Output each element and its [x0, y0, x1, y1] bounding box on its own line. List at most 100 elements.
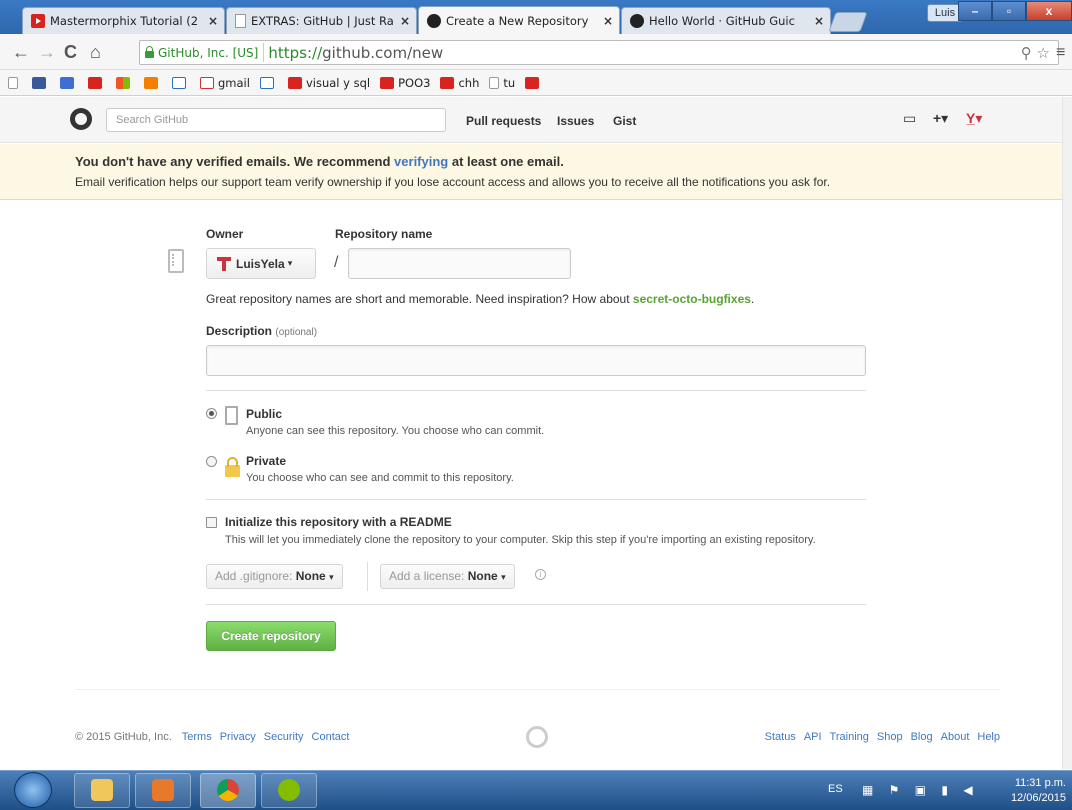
divider: [206, 604, 866, 605]
address-bar[interactable]: GitHub, Inc. [US] https://github.com/new…: [139, 40, 1059, 65]
bookmark-label: gmail: [218, 75, 250, 90]
bookmark-poo3[interactable]: POO3: [380, 76, 430, 90]
browser-menu-icon[interactable]: ≡: [1056, 44, 1065, 62]
tab-extras-github[interactable]: EXTRAS: GitHub | Just Ran ×: [226, 7, 417, 34]
zoom-star-icons[interactable]: ⚲ ☆: [1021, 44, 1050, 62]
public-label[interactable]: Public: [246, 407, 282, 421]
footer-link-status[interactable]: Status: [765, 731, 796, 743]
bookmark-gplus[interactable]: [60, 76, 78, 89]
bookmark-tu[interactable]: tu: [489, 76, 515, 90]
copyright: © 2015 GitHub, Inc.: [75, 731, 172, 743]
footer-left: © 2015 GitHub, Inc. Terms Privacy Securi…: [75, 731, 349, 743]
footer-link-security[interactable]: Security: [264, 731, 304, 743]
bookmark-youtube-2[interactable]: [525, 76, 543, 89]
chrome-icon: [217, 779, 239, 801]
tab-create-repository[interactable]: Create a New Repository ×: [418, 6, 620, 34]
language-indicator[interactable]: ES: [828, 783, 843, 795]
nav-issues[interactable]: Issues: [557, 114, 594, 128]
ev-certificate-label[interactable]: GitHub, Inc. [US]: [140, 43, 265, 62]
gitignore-select[interactable]: Add .gitignore: None ▾: [206, 564, 343, 589]
url-host: github.com: [322, 43, 408, 62]
reload-icon[interactable]: C: [64, 42, 77, 62]
footer-link-help[interactable]: Help: [977, 731, 1000, 743]
private-radio[interactable]: [206, 456, 217, 467]
hint-period: .: [750, 292, 755, 306]
footer-link-shop[interactable]: Shop: [877, 731, 903, 743]
create-repository-button[interactable]: Create repository: [206, 621, 336, 651]
description-label-text: Description: [206, 324, 273, 338]
readme-checkbox[interactable]: [206, 517, 217, 528]
name-suggestion-link[interactable]: secret-octo-bugfixes: [633, 292, 751, 306]
select-separator: [367, 562, 368, 591]
hint-text: Great repository names are short and mem…: [206, 292, 633, 306]
description-input[interactable]: [206, 345, 866, 376]
verifying-link[interactable]: verifying: [394, 154, 448, 169]
search-input[interactable]: Search GitHub: [106, 108, 446, 132]
google-plus-icon: [60, 76, 74, 89]
document-icon: [489, 76, 500, 89]
footer-link-about[interactable]: About: [941, 731, 970, 743]
new-tab-button[interactable]: [828, 12, 868, 32]
tab-title: Hello World · GitHub Guic: [649, 14, 795, 28]
clock-date: 12/06/2015: [1010, 792, 1066, 804]
footer-link-contact[interactable]: Contact: [312, 731, 350, 743]
notifications-icon[interactable]: ▭: [903, 110, 916, 127]
bookmark-blogger[interactable]: [144, 76, 162, 89]
bookmark-label: POO3: [398, 75, 431, 90]
github-footer-logo-icon[interactable]: [526, 726, 548, 748]
readme-label[interactable]: Initialize this repository with a README: [225, 515, 452, 529]
license-select[interactable]: Add a license: None ▾: [380, 564, 515, 589]
private-label[interactable]: Private: [246, 454, 286, 468]
close-tab-icon[interactable]: ×: [208, 14, 218, 28]
create-new-icon[interactable]: +▾: [933, 110, 948, 127]
bookmark-youtube[interactable]: [88, 76, 106, 89]
nav-pull-requests[interactable]: Pull requests: [466, 114, 541, 128]
footer-link-training[interactable]: Training: [830, 731, 869, 743]
bookmark-icon-apps[interactable]: [8, 76, 22, 89]
owner-select-button[interactable]: LuisYela ▾: [206, 248, 316, 279]
footer-link-api[interactable]: API: [804, 731, 822, 743]
forward-icon[interactable]: →: [38, 42, 56, 62]
tab-title: Mastermorphix Tutorial (2: [50, 14, 199, 28]
close-window-icon[interactable]: x: [1026, 1, 1072, 21]
bookmark-star[interactable]: [172, 76, 190, 89]
footer-divider: [75, 689, 1000, 690]
footer-link-blog[interactable]: Blog: [911, 731, 933, 743]
close-tab-icon[interactable]: ×: [400, 14, 410, 28]
github-logo-icon[interactable]: [70, 108, 92, 130]
footer-link-privacy[interactable]: Privacy: [220, 731, 256, 743]
maximize-icon[interactable]: ▫: [992, 1, 1026, 21]
lock-icon: [225, 457, 240, 477]
bookmark-gmail[interactable]: gmail: [200, 76, 250, 90]
flash-text-a: You don't have any verified emails. We r…: [75, 154, 395, 169]
tab-mastermorphix[interactable]: Mastermorphix Tutorial (2 ×: [22, 7, 225, 34]
document-icon: [235, 14, 246, 28]
tray-icons[interactable]: ▦ ⚑ ▣ ▮ ◀: [862, 783, 979, 797]
taskbar-clock[interactable]: 11:31 p.m. 12/06/2015: [1008, 776, 1066, 806]
repository-name-input[interactable]: [348, 248, 571, 279]
bookmark-visual-sql[interactable]: visual y sql: [287, 76, 370, 90]
lock-icon: [145, 46, 154, 58]
optional-label: (optional): [275, 327, 318, 338]
bookmark-microsoft[interactable]: [116, 76, 134, 89]
repository-name-hint: Great repository names are short and mem…: [206, 292, 754, 306]
close-tab-icon[interactable]: ×: [603, 14, 613, 28]
start-button-icon[interactable]: [14, 772, 52, 808]
youtube-icon: [287, 76, 302, 89]
home-icon[interactable]: ⌂: [90, 42, 101, 62]
footer-link-terms[interactable]: Terms: [182, 731, 212, 743]
public-radio[interactable]: [206, 408, 217, 419]
page-scrollbar[interactable]: [1062, 97, 1072, 769]
bookmark-facebook[interactable]: [32, 76, 50, 89]
info-icon[interactable]: i: [535, 569, 546, 580]
flash-text-b: at least one email.: [448, 154, 564, 169]
back-icon[interactable]: ←: [12, 42, 30, 62]
bookmark-chh[interactable]: chh: [440, 76, 479, 90]
close-tab-icon[interactable]: ×: [814, 14, 824, 28]
user-avatar-menu-icon[interactable]: Y̲▾: [966, 110, 982, 127]
public-repo-icon: [225, 406, 238, 425]
bookmark-box[interactable]: [259, 76, 278, 89]
tab-hello-world[interactable]: Hello World · GitHub Guic ×: [621, 7, 831, 34]
nav-gist[interactable]: Gist: [613, 114, 636, 128]
minimize-icon[interactable]: –: [958, 1, 992, 21]
